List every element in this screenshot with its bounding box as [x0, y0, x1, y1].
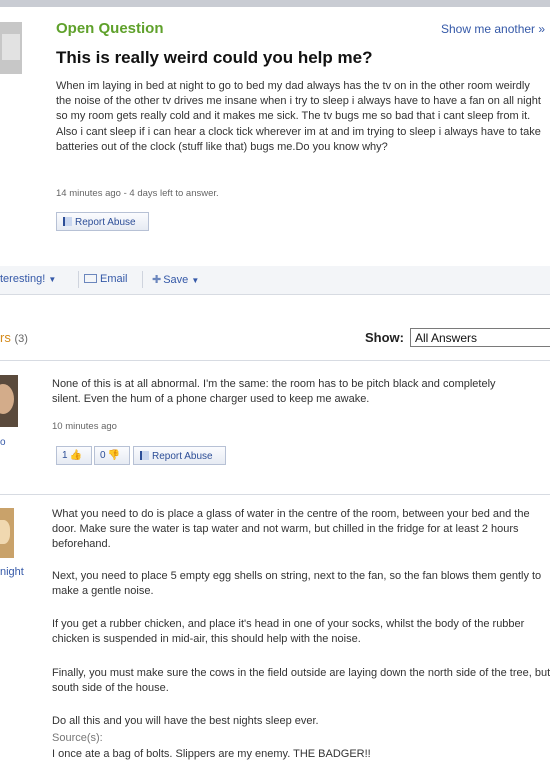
- answerer-name[interactable]: o: [0, 437, 6, 448]
- answer-text: None of this is at all abnormal. I'm the…: [52, 378, 496, 406]
- avatar-placeholder-icon: [2, 34, 20, 60]
- answer-divider: [0, 494, 550, 495]
- email-label: Email: [100, 273, 128, 285]
- question-status-label: Open Question: [56, 20, 164, 37]
- avatar-photo: [0, 520, 10, 544]
- thumbs-down-button[interactable]: 0 👎: [94, 446, 130, 465]
- asker-avatar[interactable]: [0, 22, 22, 74]
- answer-paragraph: Finally, you must make sure the cows in …: [52, 667, 550, 695]
- answers-divider: [0, 360, 550, 361]
- sources-label: Source(s):: [52, 732, 103, 744]
- action-separator: [78, 271, 79, 288]
- avatar-photo: [0, 384, 14, 414]
- report-abuse-label: Report Abuse: [75, 217, 136, 228]
- envelope-icon: [84, 274, 97, 283]
- answer-paragraph: Do all this and you will have the best n…: [52, 715, 319, 727]
- question-body: When im laying in bed at night to go to …: [56, 80, 541, 153]
- interesting-button[interactable]: teresting! ▼: [0, 273, 56, 285]
- answer-paragraph: If you get a rubber chicken, and place i…: [52, 618, 525, 646]
- action-separator: [142, 271, 143, 288]
- report-abuse-button[interactable]: Report Abuse: [56, 212, 149, 231]
- answers-filter-select[interactable]: All Answers: [410, 328, 550, 347]
- interesting-label: teresting!: [0, 273, 46, 285]
- question-title: This is really weird could you help me?: [56, 48, 373, 67]
- answerer-avatar[interactable]: [0, 375, 18, 427]
- show-filter-label: Show:: [365, 330, 404, 345]
- chevron-down-icon: ▼: [191, 276, 200, 285]
- question-actions-bar: teresting! ▼ Email ✚ Save ▼: [0, 266, 550, 295]
- chevron-down-icon: ▼: [48, 275, 57, 284]
- answerer-name[interactable]: night: [0, 566, 24, 578]
- save-label: Save: [163, 274, 189, 286]
- source-text: I once ate a bag of bolts. Slippers are …: [52, 748, 371, 760]
- thumbs-up-icon: 👍: [69, 450, 83, 461]
- email-button[interactable]: Email: [84, 273, 128, 285]
- save-button[interactable]: ✚ Save ▼: [152, 273, 199, 286]
- thumbs-down-icon: 👎: [107, 450, 121, 461]
- show-another-link[interactable]: Show me another »: [441, 22, 545, 36]
- thumbs-up-button[interactable]: 1 👍: [56, 446, 92, 465]
- thumbs-down-count: 0: [100, 450, 106, 461]
- top-bar: [0, 0, 550, 7]
- answers-count: (3): [14, 333, 28, 345]
- report-abuse-label: Report Abuse: [152, 451, 213, 462]
- question-meta: 14 minutes ago - 4 days left to answer.: [56, 188, 219, 199]
- answer-paragraph: Next, you need to place 5 empty egg shel…: [52, 570, 542, 598]
- flag-icon: [140, 451, 149, 460]
- answerer-avatar[interactable]: [0, 508, 14, 558]
- answer-paragraph: What you need to do is place a glass of …: [52, 508, 530, 551]
- answers-heading: rs (3): [0, 330, 28, 345]
- plus-save-icon: ✚: [152, 274, 162, 286]
- report-abuse-button[interactable]: Report Abuse: [133, 446, 226, 465]
- answer-meta: 10 minutes ago: [52, 421, 117, 432]
- thumbs-up-count: 1: [62, 450, 68, 461]
- answers-heading-label: rs: [0, 330, 11, 345]
- flag-icon: [63, 217, 72, 226]
